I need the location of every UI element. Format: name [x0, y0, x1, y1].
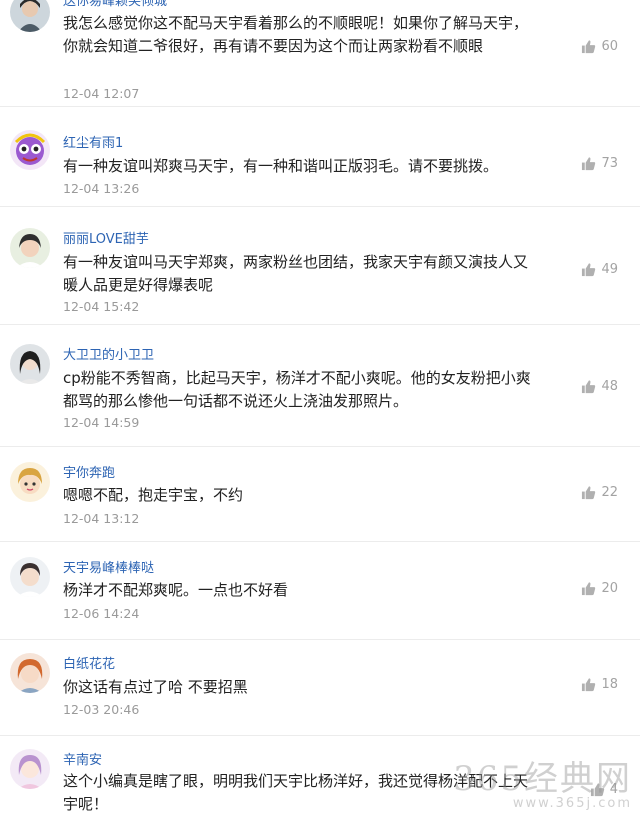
comment-item: 红尘有雨1 有一种友谊叫郑爽马天宇，有一种和谐叫正版羽毛。请不要挑拨。 12-0… [0, 106, 640, 207]
comment-item: 送你易峰颖笑倾城 我怎么感觉你这不配马天宇看着那么的不顺眼呢！如果你了解马天宇，… [0, 0, 640, 107]
comment-item: 大卫卫的小卫卫 cp粉能不秀智商，比起马天宇，杨洋才不配小爽呢。他的女友粉把小爽… [0, 324, 640, 447]
comment-time: 12-04 15:42 [63, 299, 140, 314]
username-link[interactable]: 送你易峰颖笑倾城 [63, 0, 167, 9]
comment-time: 12-04 12:07 [63, 86, 140, 101]
thumbs-up-icon [581, 379, 596, 394]
comment-time: 12-04 14:59 [63, 415, 140, 430]
like-button[interactable]: 60 [581, 37, 618, 55]
username-link[interactable]: 辛南安 [63, 749, 102, 768]
comment-item: 宇你奔跑 嗯嗯不配，抱走宇宝，不约 12-04 13:12 22 [0, 446, 640, 542]
like-button[interactable]: 48 [581, 377, 618, 395]
like-count: 73 [601, 155, 618, 171]
comment-text: 有一种友谊叫郑爽马天宇，有一种和谐叫正版羽毛。请不要挑拨。 [63, 157, 499, 175]
username-link[interactable]: 白纸花花 [63, 653, 115, 672]
like-count: 22 [601, 484, 618, 500]
like-button[interactable]: 20 [581, 579, 618, 597]
thumbs-up-icon [581, 262, 596, 277]
username-link[interactable]: 宇你奔跑 [63, 462, 115, 481]
comment-text: 杨洋才不配郑爽呢。一点也不好看 [63, 581, 289, 599]
like-count: 49 [601, 261, 618, 277]
comment-time: 12-06 14:24 [63, 606, 140, 621]
username-link[interactable]: 大卫卫的小卫卫 [63, 344, 154, 363]
like-count: 48 [601, 378, 618, 394]
username-link[interactable]: 丽丽LOVE甜芋 [63, 228, 149, 247]
like-count: 20 [601, 580, 618, 596]
watermark-title: 365经典网 [453, 759, 632, 799]
comment-text: 有一种友谊叫马天宇郑爽，两家粉丝也团结，我家天宇有颜又演技人又暖人品更是好得爆表… [63, 253, 529, 294]
avatar[interactable] [10, 749, 50, 789]
thumbs-up-icon [581, 677, 596, 692]
like-button[interactable]: 18 [581, 675, 618, 693]
avatar[interactable] [10, 653, 50, 693]
comment-item: 天宇易峰棒棒哒 杨洋才不配郑爽呢。一点也不好看 12-06 14:24 20 [0, 541, 640, 640]
comment-text: 嗯嗯不配，抱走宇宝，不约 [63, 486, 244, 504]
like-count: 18 [601, 676, 618, 692]
avatar[interactable] [10, 130, 50, 170]
comment-item: 白纸花花 你这话有点过了哈 不要招黑 12-03 20:46 18 [0, 639, 640, 736]
username-link[interactable]: 红尘有雨1 [63, 132, 123, 151]
avatar[interactable] [10, 462, 50, 502]
comment-time: 12-04 13:12 [63, 511, 140, 526]
thumbs-up-icon [581, 485, 596, 500]
avatar[interactable] [10, 228, 50, 268]
thumbs-up-icon [581, 581, 596, 596]
comment-time: 12-03 20:46 [63, 702, 140, 717]
avatar[interactable] [10, 344, 50, 384]
like-button[interactable]: 22 [581, 483, 618, 501]
comment-text: 我怎么感觉你这不配马天宇看着那么的不顺眼呢！如果你了解马天宇，你就会知道二爷很好… [63, 14, 529, 55]
like-count: 60 [601, 38, 618, 54]
comment-text: 你这话有点过了哈 不要招黑 [63, 678, 248, 696]
like-button[interactable]: 73 [581, 154, 618, 172]
watermark: 365经典网 www.365j.com [453, 751, 632, 811]
thumbs-up-icon [581, 156, 596, 171]
like-button[interactable]: 49 [581, 260, 618, 278]
comment-text: cp粉能不秀智商，比起马天宇，杨洋才不配小爽呢。他的女友粉把小爽都骂的那么惨他一… [63, 369, 531, 410]
thumbs-up-icon [581, 39, 596, 54]
comment-time: 12-04 13:26 [63, 181, 140, 196]
comment-item: 丽丽LOVE甜芋 有一种友谊叫马天宇郑爽，两家粉丝也团结，我家天宇有颜又演技人又… [0, 206, 640, 325]
avatar[interactable] [10, 0, 50, 32]
avatar[interactable] [10, 557, 50, 597]
username-link[interactable]: 天宇易峰棒棒哒 [63, 557, 154, 576]
